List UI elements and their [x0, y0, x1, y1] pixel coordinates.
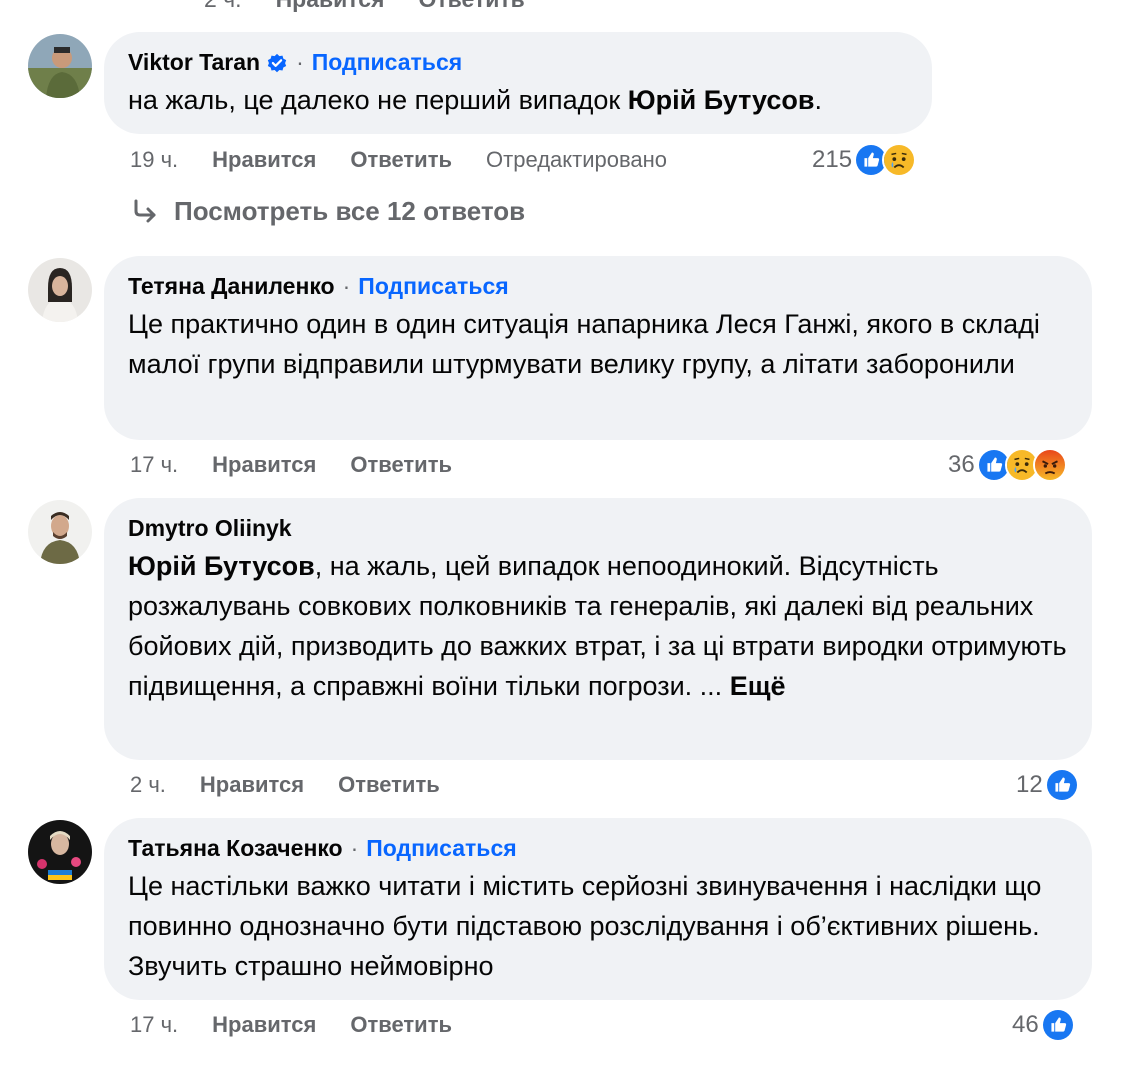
reply-button[interactable]: Ответить	[418, 0, 524, 13]
comment-header: Viktor Taran · Подписаться	[128, 46, 908, 78]
reply-button[interactable]: Ответить	[350, 147, 452, 173]
reaction-count: 215	[812, 146, 853, 173]
avatar[interactable]	[28, 34, 92, 98]
reactions-summary[interactable]: 215	[812, 142, 917, 178]
sad-icon	[882, 143, 917, 177]
reply-button[interactable]: Ответить	[350, 452, 452, 478]
angry-icon	[1032, 448, 1067, 482]
comment-actions: 17 ч. Нравится Ответить	[130, 1009, 486, 1041]
like-button[interactable]: Нравится	[212, 1012, 316, 1038]
mention-link[interactable]: Юрій Бутусов	[628, 85, 815, 115]
like-button[interactable]: Нравится	[212, 147, 316, 173]
comment-text: на жаль, це далеко не перший випадок Юрі…	[128, 80, 908, 120]
comment-text: Це настільки важко читати і містить серй…	[128, 871, 1042, 981]
like-icon	[1040, 1008, 1075, 1042]
comment-time[interactable]: 17 ч.	[130, 1012, 178, 1038]
comment-actions: 2 ч. Нравится Ответить	[130, 769, 474, 801]
reactions-summary[interactable]: 36	[948, 447, 1067, 483]
previous-comment-actions: 2 ч. Нравится Ответить	[204, 0, 525, 13]
reaction-count: 36	[948, 451, 975, 478]
separator-dot: ·	[350, 835, 359, 861]
comment-bubble: Татьяна Козаченко · Подписаться Це насті…	[104, 818, 1092, 1000]
comment-header: Тетяна Даниленко · Подписаться	[128, 270, 1068, 302]
comment-header: Dmytro Oliinyk	[128, 512, 1068, 544]
reactions-summary[interactable]: 46	[1012, 1007, 1075, 1043]
mention-link[interactable]: Юрій Бутусов	[128, 551, 315, 581]
author-name[interactable]: Татьяна Козаченко	[128, 832, 343, 864]
follow-button[interactable]: Подписаться	[366, 832, 516, 864]
comment-time[interactable]: 2 ч.	[130, 772, 166, 798]
view-replies-link[interactable]: Посмотреть все 12 ответов	[130, 196, 525, 227]
reaction-count: 12	[1016, 771, 1043, 798]
author-name[interactable]: Viktor Taran	[128, 46, 260, 78]
comment-text: Юрій Бутусов, на жаль, цей випадок непоо…	[128, 546, 1068, 706]
comment-time[interactable]: 17 ч.	[130, 452, 178, 478]
like-button[interactable]: Нравится	[212, 452, 316, 478]
see-more-link[interactable]: Ещё	[730, 671, 786, 701]
reply-button[interactable]: Ответить	[350, 1012, 452, 1038]
avatar[interactable]	[28, 820, 92, 884]
avatar[interactable]	[28, 500, 92, 564]
avatar[interactable]	[28, 258, 92, 322]
comment-text: Це практично один в один ситуація напарн…	[128, 309, 1040, 379]
like-button[interactable]: Нравится	[200, 772, 304, 798]
comment-time[interactable]: 19 ч.	[130, 147, 178, 173]
comment-text-part: .	[814, 85, 822, 115]
edited-label: Отредактировано	[486, 147, 668, 172]
follow-button[interactable]: Подписаться	[312, 46, 462, 78]
comment-bubble: Viktor Taran · Подписаться на жаль, це д…	[104, 32, 932, 134]
comment-actions: 17 ч. Нравится Ответить	[130, 449, 486, 481]
reply-arrow-icon	[134, 199, 156, 222]
separator-dot: ·	[342, 273, 351, 299]
reactions-summary[interactable]: 12	[1016, 767, 1079, 803]
comment-actions: 19 ч. Нравится Ответить Отредактировано	[130, 144, 667, 176]
comment-bubble: Тетяна Даниленко · Подписаться Це практи…	[104, 256, 1092, 440]
like-button[interactable]: Нравится	[276, 0, 385, 13]
author-name[interactable]: Dmytro Oliinyk	[128, 512, 292, 544]
view-replies-label: Посмотреть все 12 ответов	[174, 196, 526, 226]
verified-badge-icon	[266, 51, 288, 73]
comment-time[interactable]: 2 ч.	[204, 0, 242, 13]
reply-button[interactable]: Ответить	[338, 772, 440, 798]
reaction-count: 46	[1012, 1011, 1039, 1038]
follow-button[interactable]: Подписаться	[358, 270, 508, 302]
separator-dot: ·	[296, 49, 304, 75]
comment-header: Татьяна Козаченко · Подписаться	[128, 832, 1068, 864]
comment-text-part: на жаль, це далеко не перший випадок	[128, 85, 628, 115]
comments-feed: 2 ч. Нравится Ответить Viktor Taran · По…	[0, 0, 1146, 1066]
author-name[interactable]: Тетяна Даниленко	[128, 270, 335, 302]
like-icon	[1044, 768, 1079, 802]
comment-bubble: Dmytro Oliinyk Юрій Бутусов, на жаль, це…	[104, 498, 1092, 760]
